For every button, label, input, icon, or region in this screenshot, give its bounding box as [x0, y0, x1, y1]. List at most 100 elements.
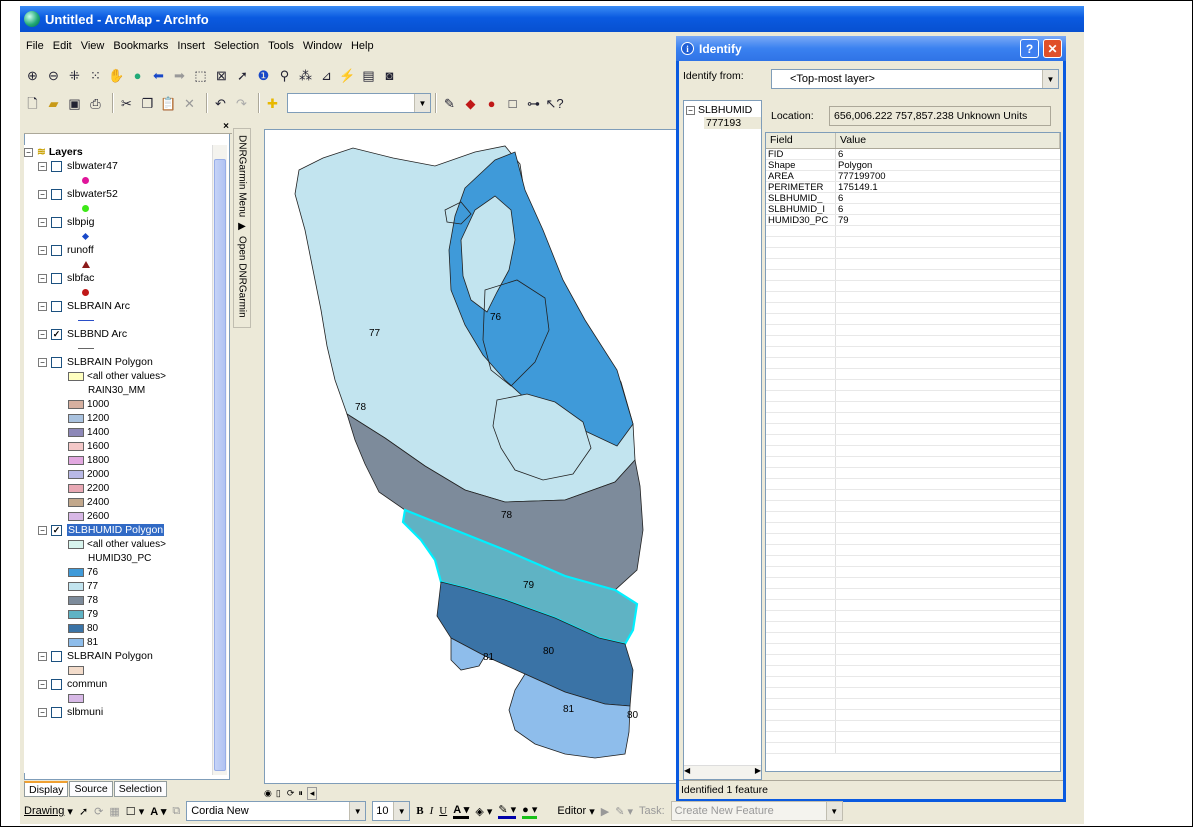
html-popup-icon[interactable]: ▤: [360, 67, 377, 84]
toc-layer-row[interactable]: − SLBRAIN Polygon: [24, 355, 214, 369]
drawing-menu[interactable]: Drawing ▾: [24, 805, 73, 818]
scroll-right-icon[interactable]: ▶: [755, 766, 761, 779]
layer-visibility-checkbox[interactable]: [51, 160, 62, 172]
menu-item-window[interactable]: Window: [303, 40, 342, 52]
dnrgarmin-toolbar[interactable]: DNRGarmin Menu ▶ Open DNRGarmin: [233, 128, 251, 328]
open-folder-icon[interactable]: ▰: [45, 95, 62, 112]
expand-toggle-icon[interactable]: −: [38, 651, 47, 661]
go-to-xy-icon[interactable]: ⁂: [297, 67, 314, 84]
layer-name[interactable]: SLBRAIN Polygon: [67, 650, 153, 662]
task-select[interactable]: Create New Feature ▼: [670, 801, 843, 821]
layer-name[interactable]: SLBBND Arc: [67, 328, 127, 340]
arccatalog-icon[interactable]: ●: [483, 95, 500, 112]
attribute-row[interactable]: HUMID30_PC 79: [766, 215, 1060, 226]
editor-toolbar-icon[interactable]: ✎: [441, 95, 458, 112]
toc-layer-row[interactable]: − slbpig: [24, 215, 214, 229]
attribute-row[interactable]: SLBHUMID_ 6: [766, 193, 1060, 204]
zoom-whole-page-icon[interactable]: ▦: [109, 805, 119, 818]
layer-visibility-checkbox[interactable]: [51, 272, 62, 284]
editor-menu[interactable]: Editor ▾: [557, 805, 594, 818]
layer-name[interactable]: slbwater52: [67, 188, 118, 200]
layer-visibility-checkbox[interactable]: [51, 244, 62, 256]
toc-title-grip[interactable]: ×: [24, 121, 232, 134]
layer-visibility-checkbox[interactable]: [51, 216, 62, 228]
rotate-icon[interactable]: ⟳: [94, 805, 103, 818]
delete-icon[interactable]: ✕: [181, 95, 198, 112]
map-canvas[interactable]: 77 76 78 79 80 81 78 81 80: [265, 130, 680, 784]
expand-toggle-icon[interactable]: −: [38, 273, 47, 283]
line-color-icon[interactable]: ✎ ▾: [498, 803, 517, 819]
close-icon[interactable]: ×: [223, 121, 229, 132]
expand-toggle-icon[interactable]: −: [24, 147, 33, 157]
save-icon[interactable]: ▣: [66, 95, 83, 112]
identify-results-tree[interactable]: − SLBHUMID 777193 ◀ ▶: [683, 100, 762, 780]
toc-layer-row[interactable]: − commun: [24, 677, 214, 691]
menu-item-edit[interactable]: Edit: [53, 40, 72, 52]
refresh-icon[interactable]: ⟳: [287, 788, 295, 799]
font-size-select[interactable]: 10 ▼: [372, 801, 411, 821]
menu-item-view[interactable]: View: [81, 40, 105, 52]
model-builder-icon[interactable]: ⊶: [525, 95, 542, 112]
attribute-row[interactable]: SLBHUMID_I 6: [766, 204, 1060, 215]
italic-button[interactable]: I: [430, 805, 434, 817]
marker-color-icon[interactable]: ● ▾: [522, 803, 538, 819]
full-extent-icon[interactable]: ●: [129, 67, 146, 84]
dnrgarmin-menu[interactable]: DNRGarmin Menu: [237, 135, 248, 217]
measure-icon[interactable]: ⊿: [318, 67, 335, 84]
toc-layer-row[interactable]: − slbmuni: [24, 705, 214, 719]
menu-item-file[interactable]: File: [26, 40, 44, 52]
pan-icon[interactable]: ✋: [108, 67, 125, 84]
identify-icon[interactable]: ❶: [255, 67, 272, 84]
command-line-icon[interactable]: □: [504, 95, 521, 112]
tree-feature-node[interactable]: 777193: [704, 117, 761, 129]
underline-button[interactable]: U: [439, 805, 447, 817]
time-slider-icon[interactable]: ◙: [381, 67, 398, 84]
layer-visibility-checkbox[interactable]: [51, 678, 62, 690]
expand-toggle-icon[interactable]: −: [38, 525, 47, 535]
layer-visibility-checkbox[interactable]: [51, 356, 62, 368]
expand-toggle-icon[interactable]: −: [38, 301, 47, 311]
add-data-icon[interactable]: ✚: [264, 95, 281, 112]
expand-toggle-icon[interactable]: −: [38, 217, 47, 227]
layer-visibility-checkbox[interactable]: [51, 300, 62, 312]
title-bar[interactable]: Untitled - ArcMap - ArcInfo: [20, 6, 1084, 32]
back-extent-icon[interactable]: ⬅: [150, 67, 167, 84]
zoom-in-icon[interactable]: ⊕: [24, 67, 41, 84]
fixed-zoom-out-icon[interactable]: ⁙: [87, 67, 104, 84]
layer-name[interactable]: SLBHUMID Polygon: [67, 524, 165, 536]
attribute-row[interactable]: AREA 777199700: [766, 171, 1060, 182]
expand-toggle-icon[interactable]: −: [38, 679, 47, 689]
identify-title-bar[interactable]: i Identify ? ✕: [676, 36, 1066, 61]
toc-layer-row[interactable]: − ✓ SLBHUMID Polygon: [24, 523, 214, 537]
close-button[interactable]: ✕: [1043, 39, 1062, 58]
layer-name[interactable]: runoff: [67, 244, 94, 256]
fill-color-icon[interactable]: ◈ ▾: [475, 805, 492, 818]
help-button[interactable]: ?: [1020, 39, 1039, 58]
toc-layer-row[interactable]: − SLBRAIN Polygon: [24, 649, 214, 663]
layer-name[interactable]: commun: [67, 678, 107, 690]
sketch-tool-icon[interactable]: ✎ ▾: [615, 805, 633, 818]
bold-button[interactable]: B: [416, 805, 423, 817]
layer-name[interactable]: slbwater47: [67, 160, 118, 172]
select-features-icon[interactable]: ⬚: [192, 67, 209, 84]
print-icon[interactable]: ⎙: [87, 95, 104, 112]
menu-item-help[interactable]: Help: [351, 40, 374, 52]
layout-view-icon[interactable]: ▯: [276, 788, 281, 799]
toc-tab-source[interactable]: Source: [69, 781, 113, 797]
new-document-icon[interactable]: 🗋: [24, 95, 41, 112]
layer-visibility-checkbox[interactable]: ✓: [51, 524, 62, 536]
font-color-icon[interactable]: A ▾: [453, 803, 470, 819]
select-elements-icon[interactable]: ➚: [79, 805, 88, 818]
attribute-row[interactable]: FID 6: [766, 149, 1060, 160]
map-scale-combo[interactable]: ▼: [287, 93, 431, 113]
fixed-zoom-in-icon[interactable]: ⁜: [66, 67, 83, 84]
select-elements-icon[interactable]: ➚: [234, 67, 251, 84]
expand-toggle-icon[interactable]: −: [38, 329, 47, 339]
field-column-header[interactable]: Field: [766, 133, 836, 148]
whats-this-icon[interactable]: ↖?: [545, 95, 563, 112]
paste-icon[interactable]: 📋: [160, 95, 177, 112]
layer-visibility-checkbox[interactable]: ✓: [51, 328, 62, 340]
clear-selection-icon[interactable]: ⊠: [213, 67, 230, 84]
menu-item-bookmarks[interactable]: Bookmarks: [113, 40, 168, 52]
expand-toggle-icon[interactable]: −: [38, 357, 47, 367]
